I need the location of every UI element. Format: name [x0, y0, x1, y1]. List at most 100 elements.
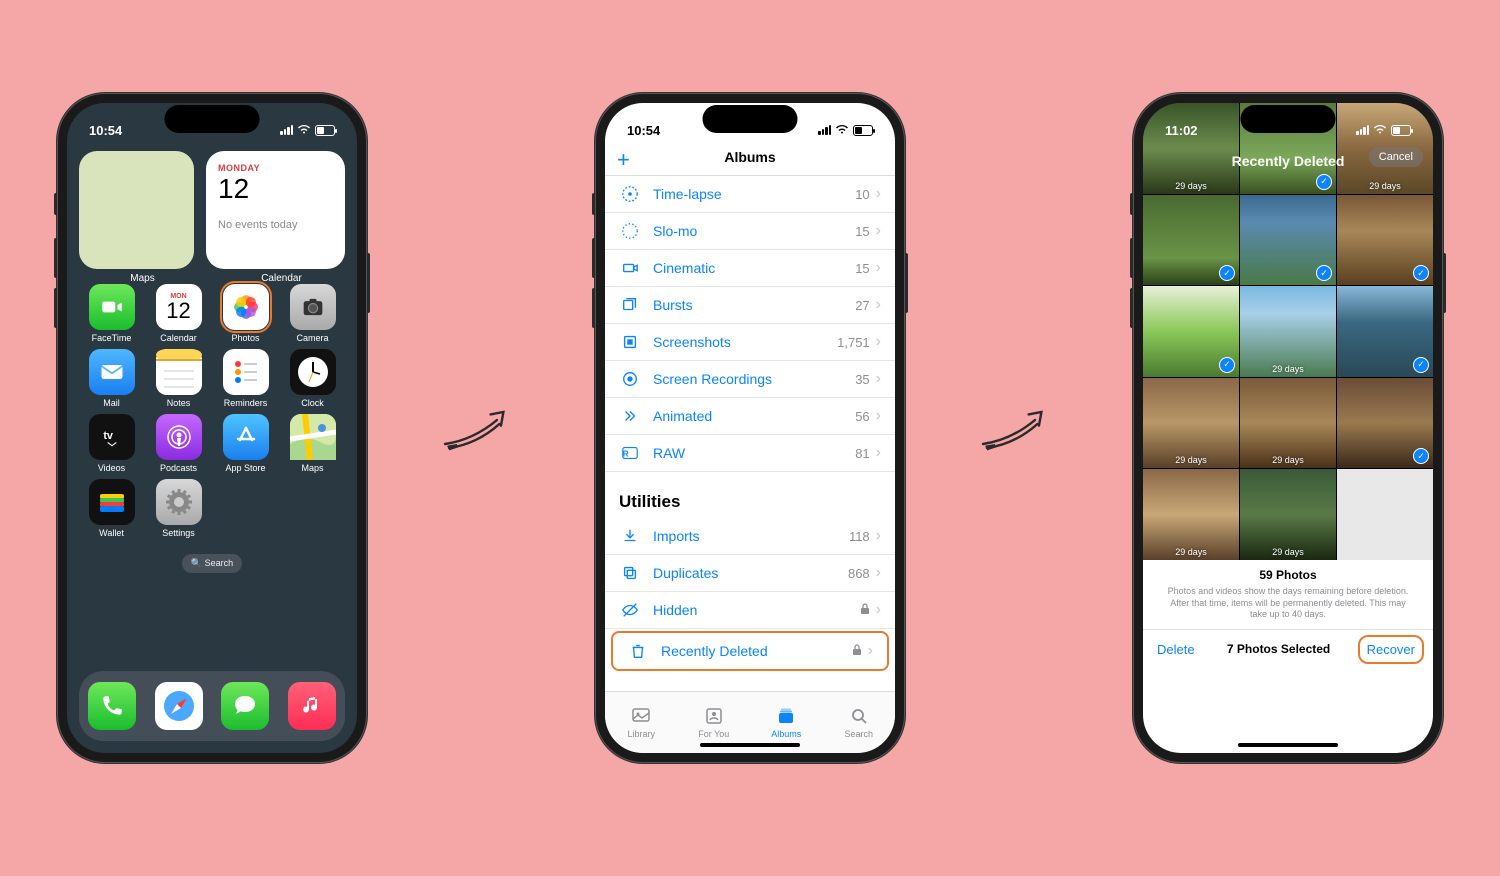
status-time: 11:02	[1165, 123, 1198, 138]
row-label: Slo-mo	[653, 223, 855, 239]
bursts-icon	[619, 296, 641, 314]
photos-icon	[223, 284, 269, 330]
tab-library[interactable]: Library	[605, 692, 678, 753]
notes-icon	[156, 349, 202, 395]
album-row-imports[interactable]: Imports118›	[605, 518, 895, 555]
album-row-recently-deleted[interactable]: Recently Deleted›	[611, 631, 889, 671]
dock-app-safari[interactable]	[155, 682, 203, 730]
home-indicator[interactable]	[700, 743, 800, 747]
deleted-photo-thumb[interactable]: ✓	[1143, 195, 1239, 286]
album-row-slo-mo[interactable]: Slo-mo15›	[605, 213, 895, 250]
recently-deleted-title: Recently Deleted	[1232, 153, 1345, 169]
deleted-photo-thumb[interactable]: ✓	[1337, 286, 1433, 377]
home-indicator[interactable]	[1238, 743, 1338, 747]
row-label: Cinematic	[653, 260, 855, 276]
deleted-photo-thumb[interactable]	[1337, 469, 1433, 560]
app-videos[interactable]: tvVideos	[85, 414, 138, 473]
deleted-photo-thumb[interactable]: ✓	[1337, 378, 1433, 469]
videos-icon: tv	[89, 414, 135, 460]
tab-icon	[850, 707, 868, 727]
album-row-bursts[interactable]: Bursts27›	[605, 287, 895, 324]
iphone-home-screen: 10:54 MONDAY 12 No events today Maps	[57, 93, 367, 763]
deleted-photo-thumb[interactable]: 29 days	[1143, 469, 1239, 560]
dock	[79, 671, 345, 741]
lock-icon	[852, 644, 862, 659]
tab-label: Albums	[771, 729, 801, 739]
maps-widget[interactable]	[79, 151, 194, 269]
album-row-raw[interactable]: RRAW81›	[605, 435, 895, 472]
row-label: Imports	[653, 528, 849, 544]
deleted-photo-thumb[interactable]: ✓	[1143, 286, 1239, 377]
albums-title: Albums	[724, 149, 775, 165]
selected-checkmark-icon: ✓	[1219, 357, 1235, 373]
status-time: 10:54	[89, 123, 122, 138]
app-podcasts[interactable]: Podcasts	[152, 414, 205, 473]
album-row-screenshots[interactable]: Screenshots1,751›	[605, 324, 895, 361]
calendar-widget[interactable]: MONDAY 12 No events today	[206, 151, 345, 269]
tab-icon	[705, 707, 723, 727]
deleted-photo-thumb[interactable]: ✓	[1337, 195, 1433, 286]
trash-icon	[627, 642, 649, 660]
app-mail[interactable]: Mail	[85, 349, 138, 408]
app-label: Reminders	[224, 398, 268, 408]
row-label: Screen Recordings	[653, 371, 855, 387]
app-appstore[interactable]: App Store	[219, 414, 272, 473]
app-reminders[interactable]: Reminders	[219, 349, 272, 408]
selected-checkmark-icon: ✓	[1413, 448, 1429, 464]
app-label: Podcasts	[160, 463, 197, 473]
recover-button[interactable]: Recover	[1363, 640, 1419, 659]
hidden-icon	[619, 601, 641, 619]
album-row-time-lapse[interactable]: Time-lapse10›	[605, 176, 895, 213]
app-clock[interactable]: Clock	[286, 349, 339, 408]
deleted-photo-thumb[interactable]: ✓	[1240, 195, 1336, 286]
cancel-button[interactable]: Cancel	[1369, 147, 1423, 167]
wifi-icon	[1373, 124, 1387, 137]
days-remaining-label: 29 days	[1175, 547, 1207, 560]
deleted-photo-thumb[interactable]: 29 days	[1240, 286, 1336, 377]
chevron-right-icon: ›	[876, 601, 881, 619]
dock-app-messages[interactable]	[221, 682, 269, 730]
app-label: Calendar	[160, 333, 197, 343]
facetime-icon	[89, 284, 135, 330]
spotlight-search-button[interactable]: 🔍 Search	[182, 554, 242, 573]
app-maps[interactable]: Maps	[286, 414, 339, 473]
utilities-section-header: Utilities	[605, 472, 895, 518]
status-time: 10:54	[627, 123, 660, 138]
row-label: RAW	[653, 445, 855, 461]
camera-icon	[290, 284, 336, 330]
row-label: Hidden	[653, 602, 860, 618]
maps-icon	[290, 414, 336, 460]
row-count: 1,751	[837, 335, 870, 350]
app-wallet[interactable]: Wallet	[85, 479, 138, 538]
deleted-photo-thumb[interactable]: 29 days	[1143, 378, 1239, 469]
app-photos[interactable]: Photos	[219, 284, 272, 343]
tab-icon	[776, 707, 796, 727]
chevron-right-icon: ›	[876, 296, 881, 314]
album-row-screen-recordings[interactable]: Screen Recordings35›	[605, 361, 895, 398]
days-remaining-label: 29 days	[1272, 547, 1304, 560]
album-row-cinematic[interactable]: Cinematic15›	[605, 250, 895, 287]
dock-app-phone[interactable]	[88, 682, 136, 730]
add-album-button[interactable]: +	[617, 147, 630, 173]
tab-search[interactable]: Search	[823, 692, 896, 753]
album-row-animated[interactable]: Animated56›	[605, 398, 895, 435]
calendar-widget-date: 12	[218, 173, 333, 205]
calendar-icon: MON12	[156, 284, 202, 330]
deleted-action-bar: Delete 7 Photos Selected Recover	[1143, 629, 1433, 677]
app-camera[interactable]: Camera	[286, 284, 339, 343]
dock-app-music[interactable]	[288, 682, 336, 730]
delete-button[interactable]: Delete	[1157, 642, 1195, 657]
duplicates-icon	[619, 564, 641, 582]
app-notes[interactable]: Notes	[152, 349, 205, 408]
app-label: Wallet	[99, 528, 124, 538]
app-settings[interactable]: Settings	[152, 479, 205, 538]
app-calendar[interactable]: MON12 Calendar	[152, 284, 205, 343]
lock-icon	[860, 603, 870, 618]
wifi-icon	[297, 124, 311, 137]
deleted-photo-thumb[interactable]: 29 days	[1240, 469, 1336, 560]
album-row-duplicates[interactable]: Duplicates868›	[605, 555, 895, 592]
album-row-hidden[interactable]: Hidden ›	[605, 592, 895, 629]
deleted-photo-thumb[interactable]: 29 days	[1240, 378, 1336, 469]
days-remaining-label: 29 days	[1175, 455, 1207, 468]
app-facetime[interactable]: FaceTime	[85, 284, 138, 343]
